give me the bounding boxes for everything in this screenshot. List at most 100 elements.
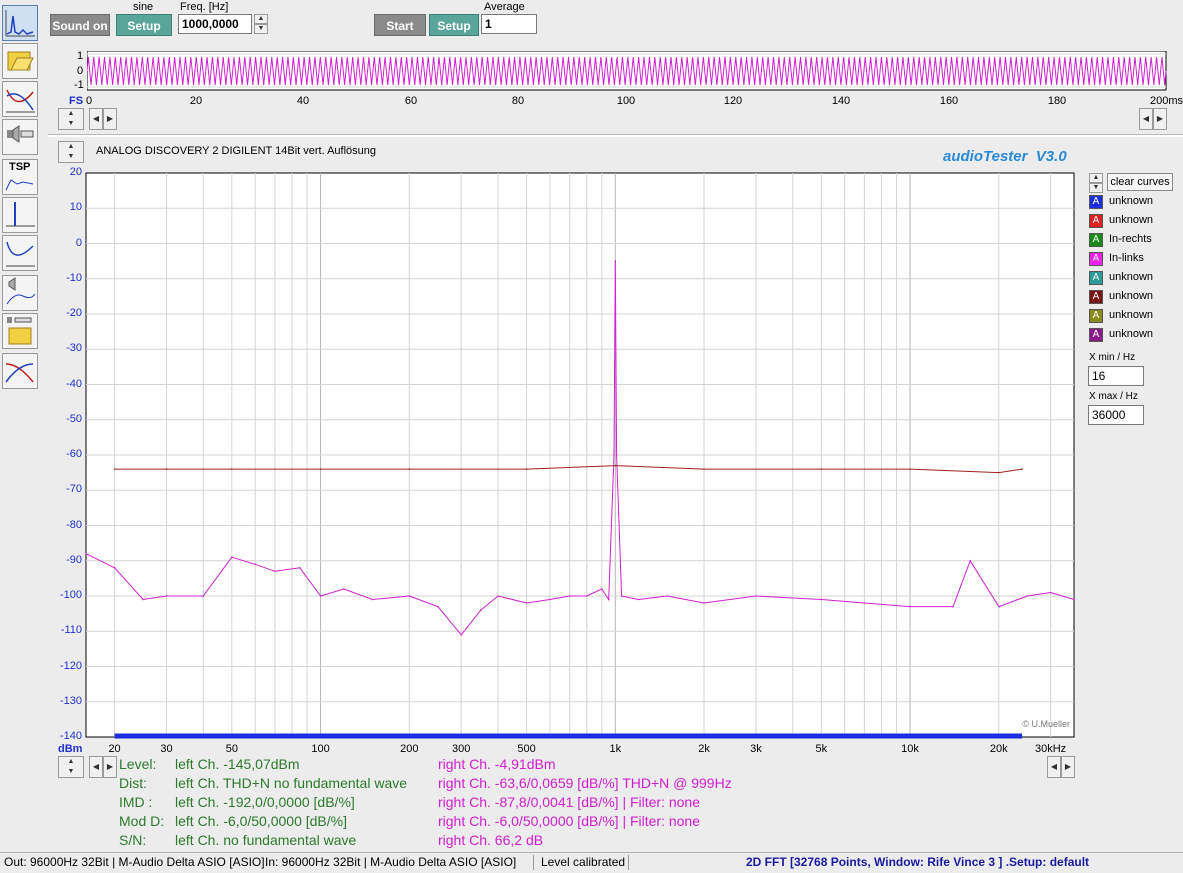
file-open-tool[interactable] xyxy=(2,43,38,79)
scope-right-scroll-right[interactable]: ▶ xyxy=(1153,108,1167,130)
legend-label: unknown xyxy=(1109,309,1154,321)
scope-zoom-updown[interactable]: ▲ ▼ xyxy=(58,108,84,130)
x-tick-label: 5k xyxy=(815,743,828,755)
y-tick-label: -130 xyxy=(59,694,82,707)
legend-swatch[interactable]: A xyxy=(1089,233,1103,247)
tsp-tool[interactable]: TSP xyxy=(2,159,38,195)
x-tick-label: 300 xyxy=(452,743,471,755)
data-point xyxy=(1026,595,1029,597)
data-point xyxy=(142,598,144,601)
data-point xyxy=(952,605,954,608)
frequency-input[interactable]: 1000,0000 xyxy=(178,14,252,34)
section-divider xyxy=(48,134,1183,137)
legend-up-spinner[interactable]: ▲ xyxy=(1089,173,1103,183)
scope-plot xyxy=(87,51,1167,91)
device-label: ANALOG DISCOVERY 2 DIGILENT 14Bit vert. … xyxy=(96,145,377,157)
sn-left: left Ch. no fundamental wave xyxy=(175,832,357,848)
speaker-response-tool[interactable] xyxy=(2,275,38,311)
data-point xyxy=(998,605,1000,608)
data-point xyxy=(480,609,482,611)
data-point xyxy=(549,598,551,601)
freq-up-spinner[interactable]: ▲ xyxy=(254,14,268,24)
frequency-response-tool[interactable] xyxy=(2,81,38,117)
analyzer-setup-button[interactable]: Setup xyxy=(429,14,479,36)
speaker-test-tool[interactable] xyxy=(2,119,38,155)
status-sep xyxy=(533,855,534,870)
legend-label: unknown xyxy=(1109,328,1154,340)
impulse-tool[interactable] xyxy=(2,197,38,233)
data-point xyxy=(863,602,866,604)
analyzer-zoom-updown[interactable]: ▲ ▼ xyxy=(58,141,84,163)
freq-label: Freq. [Hz] xyxy=(180,1,229,13)
data-point xyxy=(254,563,256,566)
x-tick-label: 200 xyxy=(400,743,419,755)
x-tick-label: 500 xyxy=(517,743,536,755)
dist-left: left Ch. THD+N no fundamental wave xyxy=(175,775,408,791)
x-tick-label: 50 xyxy=(225,743,238,755)
folder-icon xyxy=(7,51,34,71)
data-point xyxy=(231,556,233,558)
data-point xyxy=(408,468,411,470)
clear-curves-button[interactable]: clear curves xyxy=(1107,173,1173,191)
xmin-input[interactable]: 16 xyxy=(1088,366,1144,386)
level-label: Level: xyxy=(119,756,157,772)
y-tick-label: -10 xyxy=(66,271,82,284)
legend-swatch[interactable]: A xyxy=(1089,271,1103,285)
speaker-folder-tool[interactable] xyxy=(2,313,38,349)
fft-scroll-right[interactable]: ▶ xyxy=(1061,756,1075,778)
legend-swatch[interactable]: A xyxy=(1089,328,1103,342)
sound-on-button[interactable]: Sound on xyxy=(50,14,110,36)
legend-swatch[interactable]: A xyxy=(1089,290,1103,304)
scope-scroll-left[interactable]: ◀ xyxy=(89,108,103,130)
start-button[interactable]: Start xyxy=(374,14,426,36)
legend-item[interactable]: Aunknown xyxy=(1089,270,1174,288)
scope-y-tick: -1 xyxy=(74,79,84,91)
data-point xyxy=(613,454,615,456)
y-tick-label: -140 xyxy=(59,730,82,742)
results-zoom-updown[interactable]: ▲ ▼ xyxy=(58,756,84,778)
x-tick-label: 30 xyxy=(160,743,173,755)
impedance-tool[interactable] xyxy=(2,235,38,271)
imd-left: left Ch. -192,0/0,0000 [dB/%] xyxy=(175,794,355,810)
scope-right-scroll-left[interactable]: ◀ xyxy=(1139,108,1153,130)
impedance-icon xyxy=(6,241,35,267)
y-tick-label: -40 xyxy=(66,377,82,390)
legend-item[interactable]: Aunknown xyxy=(1089,289,1174,307)
legend-label: In-links xyxy=(1109,252,1144,264)
freq-down-spinner[interactable]: ▼ xyxy=(254,24,268,34)
average-input[interactable]: 1 xyxy=(481,14,537,34)
fft-view-tool[interactable] xyxy=(2,5,38,41)
fft-view-icon xyxy=(5,10,35,37)
data-point xyxy=(637,598,640,601)
data-point xyxy=(525,602,528,604)
legend-item[interactable]: Aunknown xyxy=(1089,308,1174,326)
legend-swatch[interactable]: A xyxy=(1089,309,1103,323)
xmax-input[interactable]: 36000 xyxy=(1088,405,1144,425)
data-point xyxy=(703,468,705,470)
data-point xyxy=(437,605,439,608)
legend-down-spinner[interactable]: ▼ xyxy=(1089,183,1103,193)
sn-right: right Ch. 66,2 dB xyxy=(438,832,544,848)
fft-scroll-left[interactable]: ◀ xyxy=(1047,756,1061,778)
legend-swatch[interactable]: A xyxy=(1089,195,1103,209)
data-point xyxy=(820,598,823,601)
scope-x-tick: 180 xyxy=(1047,95,1067,107)
legend-item[interactable]: A In-rechts xyxy=(1089,232,1174,250)
results-scroll-right[interactable]: ▶ xyxy=(103,756,117,778)
dist-label: Dist: xyxy=(119,775,147,791)
legend-item[interactable]: Aunknown xyxy=(1089,194,1174,212)
data-point xyxy=(820,468,823,470)
legend-item[interactable]: A In-links xyxy=(1089,251,1174,269)
legend-swatch[interactable]: A xyxy=(1089,252,1103,266)
crossover-tool[interactable] xyxy=(2,353,38,389)
results-scroll-left[interactable]: ◀ xyxy=(89,756,103,778)
generator-setup-button[interactable]: Setup xyxy=(116,14,172,36)
legend-item[interactable]: Aunknown xyxy=(1089,213,1174,231)
y-tick-label: -100 xyxy=(59,589,82,601)
data-point xyxy=(202,595,205,597)
scope-scroll-right[interactable]: ▶ xyxy=(103,108,117,130)
data-point xyxy=(525,468,528,470)
legend-swatch[interactable]: A xyxy=(1089,214,1103,228)
data-point xyxy=(1021,468,1023,470)
legend-item[interactable]: Aunknown xyxy=(1089,327,1174,345)
